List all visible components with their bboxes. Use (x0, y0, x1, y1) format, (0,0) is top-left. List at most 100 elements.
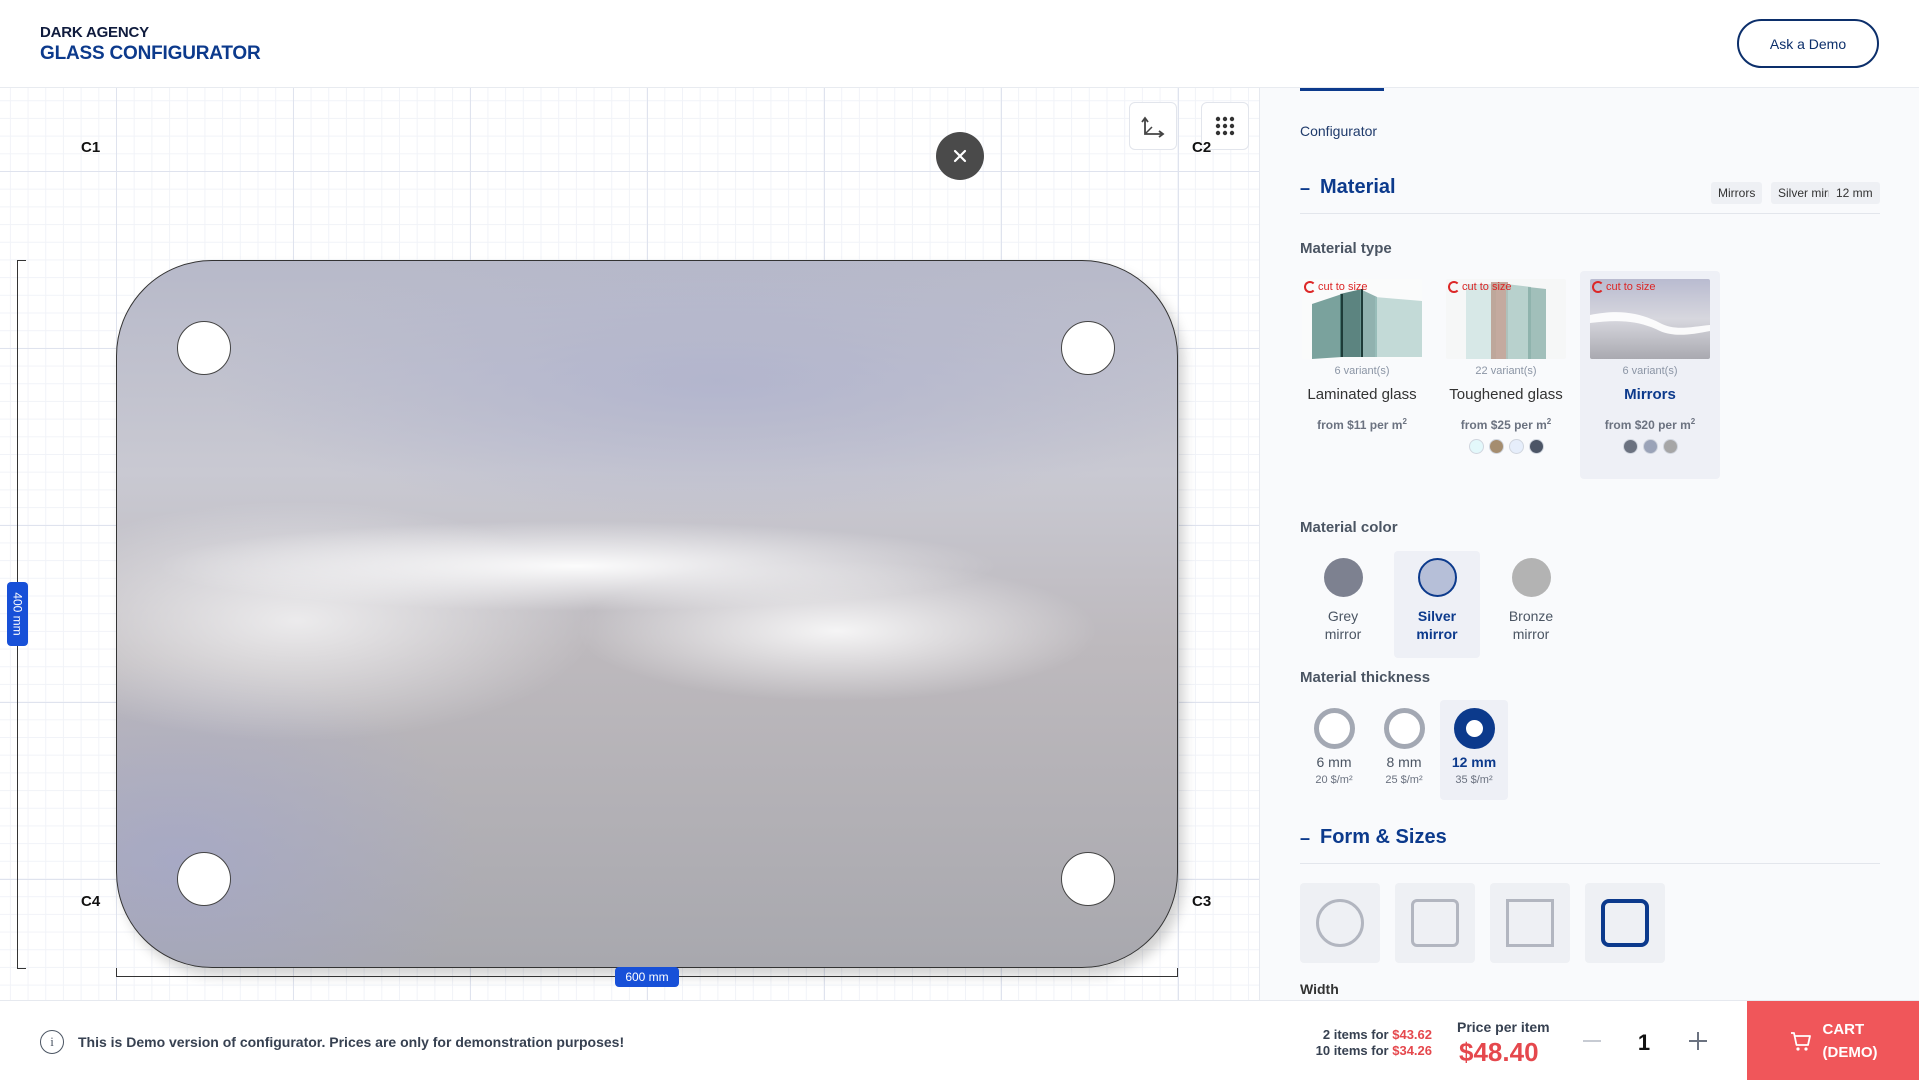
minus-icon (1583, 1040, 1601, 1042)
color-dot (1662, 439, 1678, 454)
cut-to-size-badge: cut to size (1304, 281, 1368, 293)
preview-canvas[interactable]: C1 C2 C3 C4 400 mm 600 mm (0, 88, 1259, 1000)
color-label-line1: Bronze (1508, 608, 1554, 624)
drill-hole[interactable] (1061, 321, 1115, 375)
width-dimension-badge[interactable]: 600 mm (615, 967, 679, 987)
summary-chip: 12 mm (1829, 182, 1880, 204)
shape-option-rectangle[interactable] (1490, 883, 1570, 963)
cart-label-line1: CART (1822, 1020, 1865, 1038)
drill-hole[interactable] (177, 852, 231, 906)
quantity-decrement-button[interactable] (1580, 1029, 1604, 1053)
thickness-label: 8 mm (1386, 754, 1422, 770)
thickness-option-12mm[interactable]: 12 mm 35 $/m² (1440, 700, 1508, 800)
color-label-line2: mirror (1512, 626, 1550, 642)
corner-label-c2: C2 (1192, 139, 1212, 156)
color-label: Silver mirror (1394, 607, 1480, 643)
demo-notice: This is Demo version of configurator. Pr… (78, 1034, 625, 1050)
color-label-line2: mirror (1416, 626, 1458, 642)
bulk-price-row: 10 items for $34.26 (1290, 1043, 1432, 1059)
shape-option-rounded-rect[interactable] (1395, 883, 1475, 963)
material-name: Laminated glass (1307, 386, 1417, 403)
glass-panel-preview[interactable] (116, 260, 1178, 968)
bulk-price: $34.26 (1392, 1043, 1432, 1058)
brand-name: DARK AGENCY (40, 24, 149, 41)
shape-option-rounded-corners[interactable] (1585, 883, 1665, 963)
badge-text: cut to size (1318, 281, 1368, 293)
plus-icon (1689, 1032, 1707, 1050)
price-text: from $11 per m (1317, 418, 1403, 432)
radio-icon (1383, 708, 1425, 749)
cart-button[interactable]: CART (DEMO) (1747, 1001, 1919, 1080)
info-icon: i (40, 1030, 64, 1054)
ask-demo-button[interactable]: Ask a Demo (1737, 19, 1879, 68)
app-title: GLASS CONFIGURATOR (40, 43, 261, 64)
shape-option-circle[interactable] (1300, 883, 1380, 963)
cut-icon (1592, 281, 1604, 293)
form-sizes-section-header[interactable]: – Form & Sizes (1300, 824, 1880, 864)
material-color-heading: Material color (1300, 519, 1398, 536)
active-tab-indicator (1300, 88, 1384, 91)
height-value: 400 mm (10, 592, 25, 636)
summary-chip: Mirrors (1711, 182, 1763, 204)
dimension-tick (1177, 968, 1178, 977)
variant-color-dots (1436, 439, 1576, 454)
material-type-mirrors[interactable]: cut to size 6 variant(s) Mirrors from $2… (1580, 271, 1720, 479)
color-dot (1622, 439, 1638, 454)
rectangle-shape-icon (1506, 899, 1554, 947)
corner-label-c3: C3 (1192, 893, 1212, 910)
color-dot (1488, 439, 1504, 454)
material-section-header[interactable]: – Material Mirrors Silver mirror 12 mm (1300, 174, 1880, 214)
bulk-price-row: 2 items for $43.62 (1290, 1027, 1432, 1043)
tab-configurator[interactable]: Configurator (1300, 123, 1377, 139)
axes-toggle-button[interactable] (1129, 102, 1177, 150)
corner-label-c4: C4 (81, 893, 101, 910)
material-type-heading: Material type (1300, 240, 1392, 257)
circle-shape-icon (1316, 899, 1364, 947)
color-swatch (1323, 558, 1363, 597)
badge-text: cut to size (1462, 281, 1512, 293)
color-option-silver-mirror[interactable]: Silver mirror (1394, 551, 1480, 658)
color-option-grey-mirror[interactable]: Grey mirror (1300, 551, 1386, 658)
quantity-value[interactable]: 1 (1632, 1030, 1656, 1056)
variant-count: 22 variant(s) (1475, 365, 1537, 377)
thickness-price: 35 $/m² (1455, 774, 1493, 786)
material-price: from $11 per m2 (1292, 417, 1432, 432)
cut-to-size-badge: cut to size (1448, 281, 1512, 293)
collapse-icon[interactable]: – (1300, 178, 1310, 199)
color-dot (1468, 439, 1484, 454)
material-thickness-heading: Material thickness (1300, 669, 1431, 686)
color-label-line1: Grey (1327, 608, 1359, 624)
thickness-option-8mm[interactable]: 8 mm 25 $/m² (1370, 700, 1438, 800)
cart-label: CART (DEMO) (1823, 1018, 1878, 1064)
color-swatch (1417, 558, 1457, 597)
price-unit-exponent: 2 (1402, 417, 1407, 426)
material-type-laminated[interactable]: cut to size 6 variant(s) Laminated glass… (1292, 271, 1432, 479)
drill-hole[interactable] (177, 321, 231, 375)
collapse-icon[interactable]: – (1300, 828, 1310, 849)
dimension-tick (17, 260, 26, 261)
thickness-label: 12 mm (1451, 754, 1497, 770)
color-dot (1528, 439, 1544, 454)
color-dot (1508, 439, 1524, 454)
close-button[interactable] (936, 132, 984, 180)
height-dimension-badge[interactable]: 400 mm (7, 582, 28, 646)
variant-count: 6 variant(s) (1334, 365, 1390, 377)
color-label: Bronze mirror (1488, 607, 1574, 643)
brand-logo[interactable]: DARK AGENCY GLASS CONFIGURATOR (40, 24, 261, 65)
dimension-tick (116, 968, 117, 977)
material-price: from $25 per m2 (1436, 417, 1576, 432)
axes-icon (1141, 116, 1165, 138)
dimension-tick (17, 968, 26, 969)
thickness-option-6mm[interactable]: 6 mm 20 $/m² (1300, 700, 1368, 800)
color-label-line1: Silver (1417, 608, 1457, 624)
cart-label-line2: (DEMO) (1822, 1043, 1878, 1061)
price-text: from $20 per m (1604, 418, 1691, 432)
quantity-increment-button[interactable] (1686, 1029, 1710, 1053)
form-sizes-section-title: Form & Sizes (1320, 826, 1447, 848)
configurator-panel: Configurator – Material Mirrors Silver m… (1259, 88, 1919, 1000)
drill-hole[interactable] (1061, 852, 1115, 906)
bulk-quantity: 10 items for (1315, 1043, 1389, 1058)
material-type-toughened[interactable]: cut to size 22 variant(s) Toughened glas… (1436, 271, 1576, 479)
cut-icon (1448, 281, 1460, 293)
color-option-bronze-mirror[interactable]: Bronze mirror (1488, 551, 1574, 658)
